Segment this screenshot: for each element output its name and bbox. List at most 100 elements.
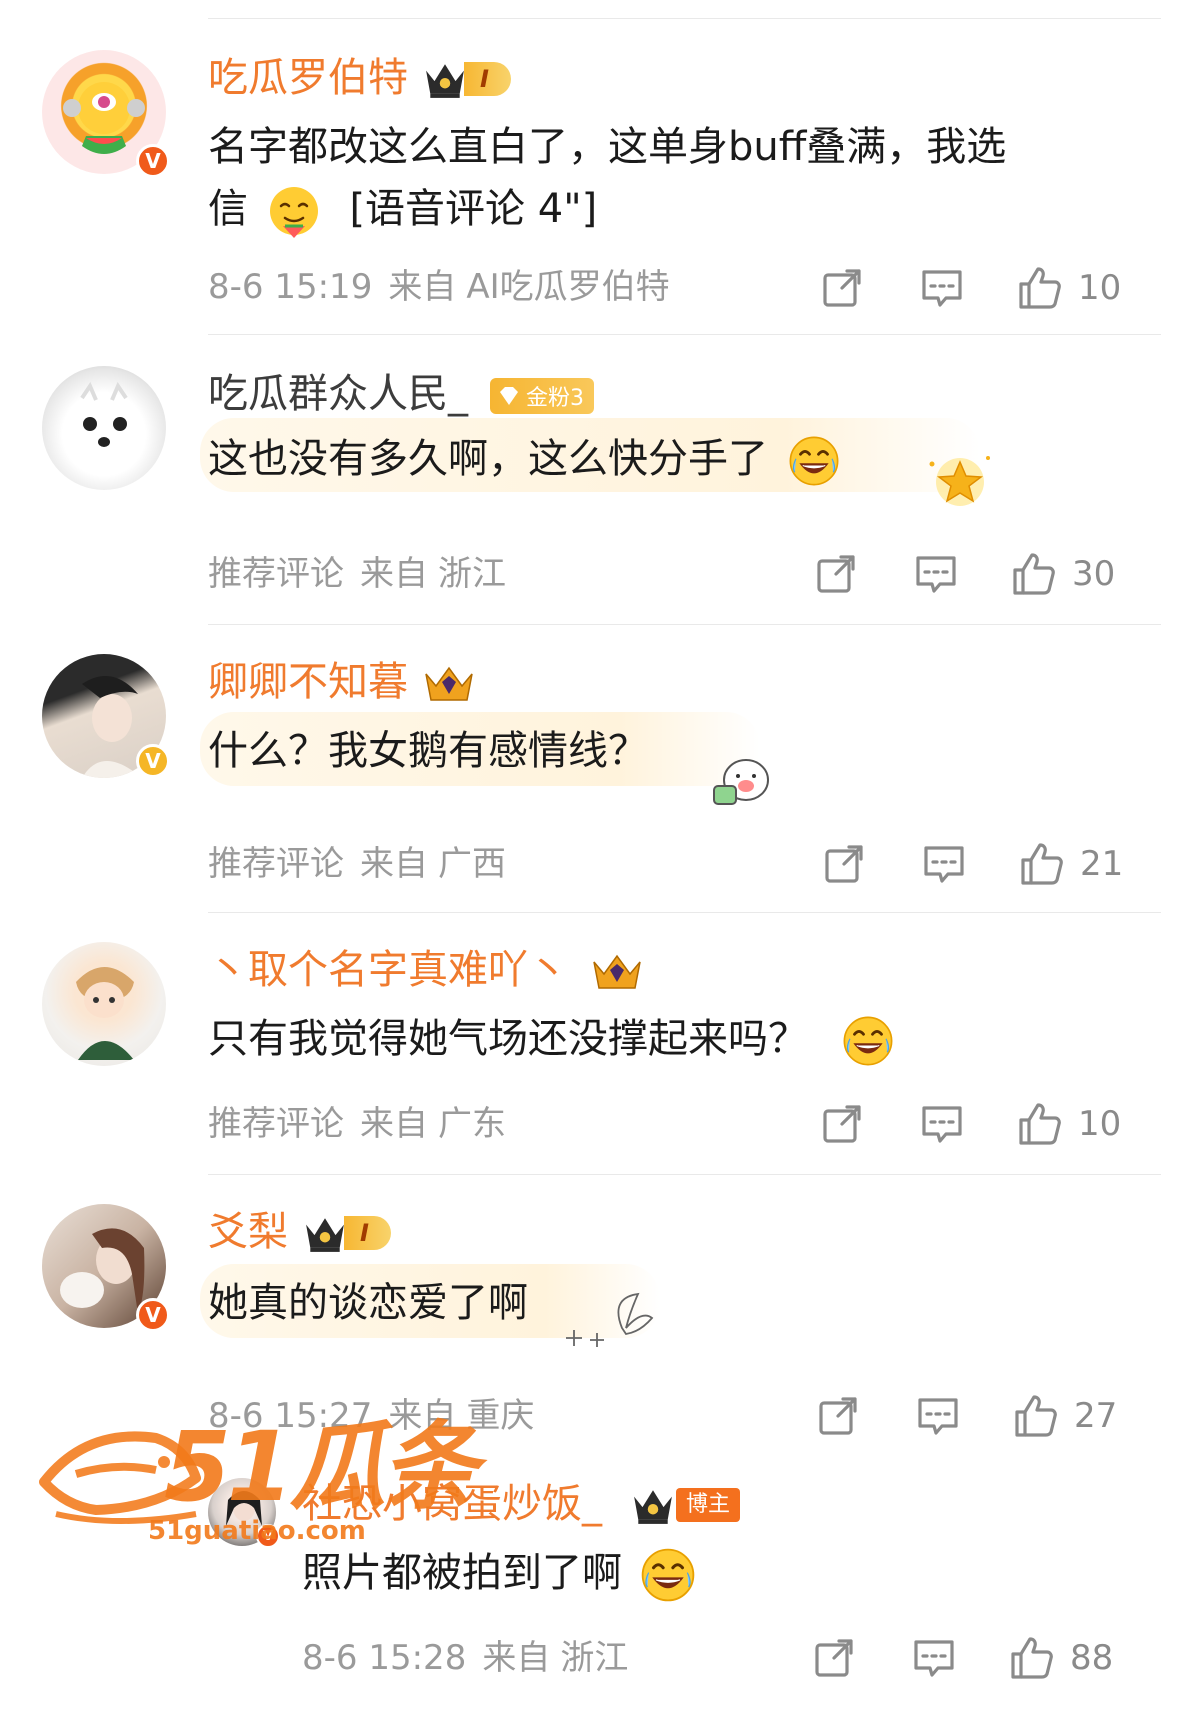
- star-decoration-icon: [929, 456, 990, 506]
- medal-level: I: [344, 1216, 391, 1250]
- fan-badge: 金粉3: [490, 378, 594, 414]
- comment-meta: 推荐评论 来自 广东: [208, 1104, 522, 1144]
- reply-button[interactable]: [916, 1394, 960, 1438]
- comment-icon: [920, 266, 964, 310]
- thumbs-up-icon: [1018, 840, 1066, 888]
- crown-medal-icon: [425, 666, 473, 701]
- username[interactable]: 丶取个名字真难吖丶: [208, 946, 568, 994]
- medal-level: I: [464, 62, 511, 96]
- comment-text-line: 名字都改这么直白了，这单身buff叠满，我选: [208, 124, 1007, 170]
- laugh-cry-emoji-icon: [841, 1014, 895, 1068]
- comment-source: 浙江: [438, 554, 506, 594]
- repost-button[interactable]: [820, 1102, 864, 1146]
- repost-icon: [816, 1394, 860, 1438]
- reply-button[interactable]: [912, 1636, 956, 1680]
- role-badge: 博主: [676, 1488, 741, 1522]
- thumbs-up-icon: [1010, 550, 1058, 598]
- repost-button[interactable]: [812, 1636, 856, 1680]
- sticker-decoration-icon: [713, 759, 769, 805]
- like-count: 88: [1070, 1638, 1114, 1678]
- voice-comment-link[interactable]: [语音评论 4"]: [349, 186, 597, 232]
- repost-button[interactable]: [822, 842, 866, 886]
- like-button[interactable]: 10: [1016, 1100, 1121, 1148]
- repost-icon: [814, 552, 858, 596]
- reply-button[interactable]: [922, 842, 966, 886]
- source-label: 来自: [360, 554, 428, 594]
- crown-icon: [420, 58, 470, 100]
- like-button[interactable]: 30: [1010, 550, 1115, 598]
- divider: [208, 624, 1161, 625]
- comment-icon: [916, 1394, 960, 1438]
- source-label: 来自: [388, 267, 457, 307]
- comment-icon: [922, 842, 966, 886]
- username[interactable]: 卿卿不知暮: [208, 658, 408, 706]
- source-label: 来自: [360, 844, 428, 884]
- divider: [208, 18, 1161, 19]
- comment-text: 名字都改这么直白了，这单身buff叠满，我选 信 [语音评论 4"]: [208, 116, 1138, 240]
- comment-text: 她真的谈恋爱了啊: [208, 1280, 528, 1326]
- repost-button[interactable]: [814, 552, 858, 596]
- reply-button[interactable]: [914, 552, 958, 596]
- like-count: 10: [1078, 1104, 1122, 1144]
- comment-icon: [920, 1102, 964, 1146]
- repost-button[interactable]: [820, 266, 864, 310]
- divider: [208, 1174, 1161, 1175]
- verified-badge: V: [136, 144, 170, 178]
- comment-meta: 推荐评论 来自 浙江: [208, 554, 522, 594]
- comment-time: 8-6 15:28: [302, 1638, 467, 1678]
- comment-source: AI吃瓜罗伯特: [466, 267, 670, 307]
- thumbs-up-icon: [1008, 1634, 1056, 1682]
- gem-icon: [500, 387, 518, 405]
- avatar[interactable]: [42, 942, 166, 1066]
- comment-source: 重庆: [466, 1396, 535, 1436]
- comment-text-fragment: 信: [208, 186, 248, 232]
- avatar[interactable]: [42, 366, 166, 490]
- divider: [208, 912, 1161, 913]
- comment-text: 只有我觉得她气场还没撑起来吗？: [208, 1008, 1138, 1070]
- username[interactable]: 吃瓜罗伯特: [208, 54, 408, 102]
- cartoon-avatar-icon: [76, 967, 134, 1060]
- like-count: 30: [1072, 554, 1116, 594]
- like-count: 10: [1078, 268, 1122, 308]
- thumbs-up-icon: [1016, 1100, 1064, 1148]
- repost-icon: [812, 1636, 856, 1680]
- like-button[interactable]: 10: [1016, 264, 1121, 312]
- like-count: 27: [1074, 1396, 1118, 1436]
- yummy-emoji-icon: [269, 187, 318, 238]
- comment-time: 推荐评论: [208, 1104, 344, 1144]
- crying-laugh-emoji-icon: [639, 1546, 697, 1604]
- reply-button[interactable]: [920, 1102, 964, 1146]
- username[interactable]: 爻梨: [208, 1208, 288, 1256]
- crown-medal-icon: [593, 954, 641, 989]
- crown-icon: [300, 1212, 350, 1254]
- repost-icon: [820, 266, 864, 310]
- laugh-cry-emoji-icon: [787, 434, 841, 488]
- comment-text-fragment: 这也没有多久啊，这么快分手了: [208, 436, 768, 482]
- repost-button[interactable]: [816, 1394, 860, 1438]
- watermark-url: 51guatiao.com: [148, 1516, 366, 1546]
- source-label: 来自: [482, 1638, 551, 1678]
- comment-text-line: 信 [语音评论 4"]: [208, 178, 1138, 240]
- username[interactable]: 吃瓜群众人民_: [208, 370, 468, 418]
- reply-button[interactable]: [920, 266, 964, 310]
- comment-meta: 推荐评论 来自 广西: [208, 844, 522, 884]
- comment-text: 什么？我女鹅有感情线？: [208, 728, 648, 774]
- comment-time: 推荐评论: [208, 554, 344, 594]
- source-label: 来自: [360, 1104, 428, 1144]
- comment-text-fragment: 只有我觉得她气场还没撑起来吗？: [208, 1016, 808, 1062]
- repost-icon: [820, 1102, 864, 1146]
- fan-badge-label: 金粉3: [526, 386, 584, 411]
- thumbs-up-icon: [1016, 264, 1064, 312]
- comment-icon: [912, 1636, 956, 1680]
- comment-source: 广东: [438, 1104, 506, 1144]
- thumbs-up-icon: [1012, 1392, 1060, 1440]
- watermark-logo-text: 51瓜条: [164, 1411, 478, 1523]
- verified-badge: V: [136, 744, 170, 778]
- like-button[interactable]: 21: [1018, 840, 1123, 888]
- divider: [208, 334, 1161, 335]
- like-button[interactable]: 27: [1012, 1392, 1117, 1440]
- comment-text: 照片都被拍到了啊: [302, 1542, 1179, 1604]
- comment-time: 8-6 15:19: [208, 267, 373, 307]
- like-button[interactable]: 88: [1008, 1634, 1113, 1682]
- butterfly-decoration-icon: [566, 1292, 654, 1347]
